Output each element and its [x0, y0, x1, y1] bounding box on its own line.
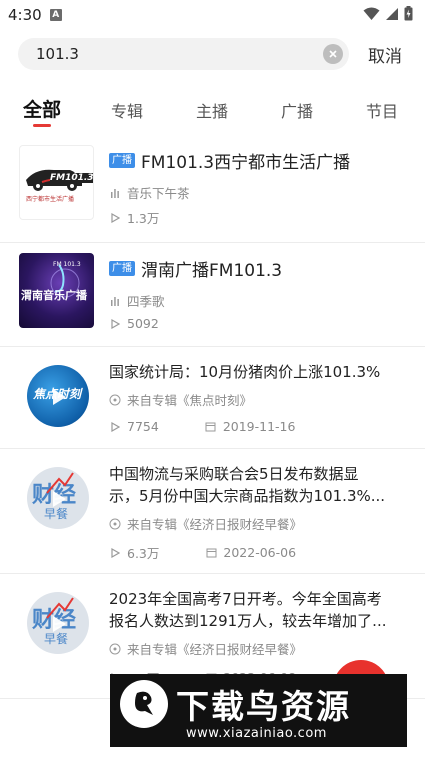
- tab-albums[interactable]: 专辑: [111, 98, 143, 122]
- play-count-icon: [109, 421, 121, 433]
- album-source: 来自专辑《经济日报财经早餐》: [127, 642, 303, 657]
- cover-subtext: FM 101.3: [53, 261, 81, 268]
- publish-date: 2019-11-16: [222, 419, 296, 434]
- signal-icon: [385, 6, 399, 25]
- play-count: 6.3万: [127, 546, 160, 561]
- cover-subtext: 西宁都市生活广播: [26, 196, 75, 203]
- album-source: 来自专辑《焦点时刻》: [127, 393, 253, 408]
- bird-logo-icon: [120, 680, 168, 728]
- wifi-icon: [363, 6, 380, 25]
- equalizer-icon: [109, 295, 121, 307]
- play-icon[interactable]: [48, 489, 68, 513]
- play-count-icon: [109, 212, 121, 224]
- item-title-line-1: 2023年全国高考7日开考。今年全国高考: [109, 590, 382, 608]
- clear-search-icon[interactable]: [323, 44, 343, 64]
- category-tabs: 全部 专辑 主播 广播 节目: [0, 84, 425, 136]
- play-icon[interactable]: [48, 387, 68, 411]
- tab-all[interactable]: 全部: [23, 95, 61, 122]
- item-title-line-1: 中国物流与采购联合会5日发布数据显: [109, 465, 359, 483]
- play-count-icon: [109, 547, 121, 559]
- list-item[interactable]: 财经 早餐 中国物流与采购联合会5日发布数据显 示，5月份中国大宗商品指数为10…: [0, 449, 425, 574]
- watermark-url: www.xiazainiao.com: [186, 726, 327, 741]
- album-icon: [109, 518, 121, 530]
- search-input[interactable]: 101.3: [18, 38, 349, 70]
- tab-hosts[interactable]: 主播: [196, 98, 228, 122]
- cancel-button[interactable]: 取消: [368, 42, 402, 67]
- watermark-title: 下载鸟资源: [176, 687, 351, 726]
- cover-text: FM101.3: [50, 173, 94, 183]
- play-count: 1.3万: [127, 211, 160, 226]
- play-count-icon: [109, 318, 121, 330]
- publish-date: 2022-06-06: [223, 545, 297, 560]
- list-item[interactable]: FM101.3 西宁都市生活广播 广播 FM101.3西宁都市生活广播 音乐下午…: [0, 136, 425, 243]
- item-title: 国家统计局：10月份猪肉价上涨101.3%: [109, 363, 381, 381]
- watermark-banner: 下载鸟资源 www.xiazainiao.com: [110, 674, 407, 747]
- results-list: FM101.3 西宁都市生活广播 广播 FM101.3西宁都市生活广播 音乐下午…: [0, 136, 425, 699]
- equalizer-icon: [109, 187, 121, 199]
- item-subtitle: 音乐下午茶: [127, 186, 190, 201]
- search-query[interactable]: 101.3: [36, 45, 323, 63]
- calendar-icon: [205, 547, 217, 559]
- active-tab-indicator: [33, 124, 51, 127]
- item-subtitle: 四季歌: [127, 294, 165, 309]
- notification-icon: A: [49, 9, 62, 21]
- play-count: 5092: [127, 316, 159, 331]
- tab-programs[interactable]: 节目: [366, 98, 398, 122]
- list-item[interactable]: 渭南音乐广播 FM 101.3 广播 渭南广播FM101.3 四季歌 5092: [0, 243, 425, 347]
- calendar-icon: [205, 421, 217, 433]
- item-title-line-2: 示，5月份中国大宗商品指数为101.3%...: [109, 487, 386, 505]
- item-title-line-2: 报名人数达到1291万人，较去年增加了...: [109, 612, 387, 630]
- status-time: 4:30: [8, 6, 42, 24]
- list-item[interactable]: 焦点时刻 国家统计局：10月份猪肉价上涨101.3% 来自专辑《焦点时刻》 77…: [0, 347, 425, 449]
- item-title: FM101.3西宁都市生活广播: [141, 153, 351, 173]
- station-cover: FM101.3 西宁都市生活广播: [19, 145, 94, 220]
- album-icon: [109, 643, 121, 655]
- play-icon[interactable]: [48, 614, 68, 638]
- search-row: 101.3 取消: [0, 30, 425, 78]
- item-title: 渭南广播FM101.3: [141, 261, 283, 281]
- tab-radio[interactable]: 广播: [281, 98, 313, 122]
- radio-tag: 广播: [109, 261, 135, 276]
- battery-icon: [404, 5, 413, 25]
- status-bar: 4:30 A: [0, 0, 425, 30]
- radio-tag: 广播: [109, 153, 135, 168]
- album-icon: [109, 394, 121, 406]
- play-count: 7754: [127, 419, 159, 434]
- cover-text: 渭南音乐广播: [21, 289, 87, 302]
- station-cover: 渭南音乐广播 FM 101.3: [19, 253, 94, 328]
- album-source: 来自专辑《经济日报财经早餐》: [127, 517, 303, 532]
